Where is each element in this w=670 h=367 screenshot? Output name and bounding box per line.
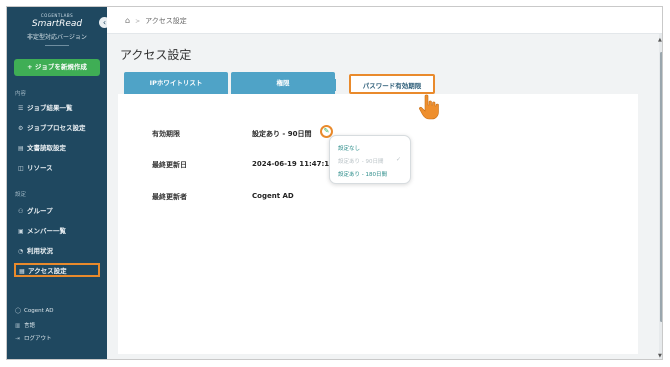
- settings-panel: [118, 94, 638, 354]
- tab-password-expiry[interactable]: パスワード有効期限: [349, 74, 435, 94]
- language-icon: ▥: [15, 323, 21, 329]
- scroll-down-icon[interactable]: ▼: [658, 353, 662, 359]
- scroll-up-icon[interactable]: ▲: [658, 37, 662, 43]
- new-job-button[interactable]: + ジョブを新規作成: [14, 59, 100, 76]
- resource-icon: ◫: [18, 165, 24, 172]
- logout-label: ログアウト: [24, 336, 52, 342]
- updated-by-value: Cogent AD: [252, 192, 294, 200]
- sidebar-item-resources[interactable]: ◫ リソース: [14, 161, 100, 175]
- tab-ip-whitelist[interactable]: IPホワイトリスト: [124, 72, 228, 94]
- language-menu[interactable]: ▥ 言語: [15, 321, 35, 329]
- process-icon: ⚙: [18, 125, 24, 132]
- logout-button[interactable]: ⇥ ログアウト: [15, 334, 52, 342]
- list-icon: ☰: [18, 105, 24, 112]
- page-title: アクセス設定: [120, 48, 192, 62]
- updated-at-label: 最終更新日: [152, 161, 187, 169]
- updated-by-label: 最終更新者: [152, 193, 187, 201]
- sidebar: COGENTLABS SmartRead 非定型対応バージョン ‹ + ジョブを…: [7, 7, 110, 359]
- expiry-value: 設定あり - 90日間: [252, 130, 312, 138]
- dropdown-option-90-days[interactable]: 設定あり - 90日間: [338, 157, 383, 165]
- brand-edition: 非定型対応バージョン: [27, 34, 87, 41]
- access-icon: ▦: [19, 268, 25, 275]
- user-icon: ◯: [15, 308, 22, 314]
- breadcrumb-current: アクセス設定: [145, 17, 187, 25]
- sidebar-item-label: リソース: [27, 164, 53, 172]
- usage-icon: ◔: [18, 248, 24, 255]
- divider: [45, 45, 69, 46]
- breadcrumb: ⌂ > アクセス設定: [125, 16, 187, 26]
- brand-logo: SmartRead: [31, 19, 83, 29]
- sidebar-item-access-settings[interactable]: ▦ アクセス設定: [14, 263, 100, 277]
- document-icon: ▤: [18, 145, 24, 152]
- sidebar-item-document-settings[interactable]: ▤ 文書読取設定: [14, 141, 100, 155]
- user-name: Cogent AD: [24, 308, 54, 314]
- sidebar-item-label: メンバー一覧: [27, 227, 66, 235]
- section-label-settings: 設定: [15, 192, 27, 198]
- updated-at-value: 2024-06-19 11:47:15: [252, 160, 335, 168]
- sidebar-item-job-results[interactable]: ☰ ジョブ結果一覧: [14, 101, 100, 115]
- expiry-dropdown: 設定なし 設定あり - 90日間 ✓ 設定あり - 180日間: [329, 135, 411, 184]
- brand-company: COGENTLABS: [40, 13, 74, 18]
- pointer-hand-icon: [419, 94, 439, 120]
- dropdown-option-180-days[interactable]: 設定あり - 180日間: [338, 170, 387, 178]
- dropdown-option-none[interactable]: 設定なし: [338, 144, 360, 152]
- sidebar-item-label: グループ: [27, 207, 53, 215]
- tab-indicator: [333, 79, 336, 91]
- sidebar-item-group[interactable]: ⚇ グループ: [14, 204, 100, 218]
- sidebar-item-members[interactable]: ▣ メンバー一覧: [14, 224, 100, 238]
- breadcrumb-separator: >: [135, 18, 141, 25]
- group-icon: ⚇: [18, 208, 24, 215]
- user-menu[interactable]: ◯ Cogent AD: [15, 308, 53, 314]
- section-label-main: 内容: [15, 91, 27, 97]
- sidebar-item-job-process[interactable]: ⚙ ジョブプロセス設定: [14, 121, 100, 135]
- check-icon: ✓: [396, 156, 402, 163]
- sidebar-item-label: ジョブ結果一覧: [27, 104, 73, 112]
- expiry-label: 有効期限: [152, 130, 180, 138]
- tab-permissions[interactable]: 権限: [231, 72, 335, 94]
- logout-icon: ⇥: [15, 336, 20, 342]
- sidebar-item-label: 利用状況: [27, 247, 53, 255]
- top-bar: ⌂ > アクセス設定: [107, 7, 662, 34]
- sidebar-item-label: ジョブプロセス設定: [27, 124, 86, 132]
- home-icon[interactable]: ⌂: [125, 16, 130, 25]
- language-label: 言語: [24, 323, 36, 329]
- scrollbar-thumb[interactable]: [660, 52, 662, 322]
- sidebar-item-usage[interactable]: ◔ 利用状況: [14, 244, 100, 258]
- members-icon: ▣: [18, 228, 24, 235]
- sidebar-item-label: アクセス設定: [28, 267, 67, 275]
- sidebar-item-label: 文書読取設定: [27, 144, 66, 152]
